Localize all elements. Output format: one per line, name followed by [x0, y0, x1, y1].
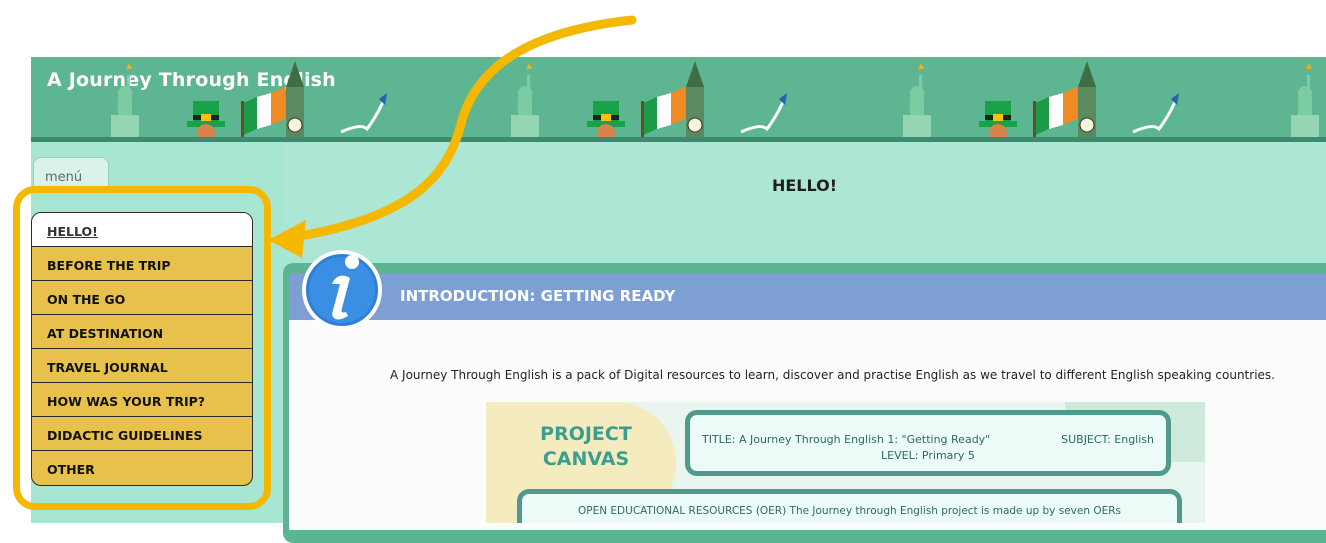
annotation-arrow [268, 15, 637, 258]
